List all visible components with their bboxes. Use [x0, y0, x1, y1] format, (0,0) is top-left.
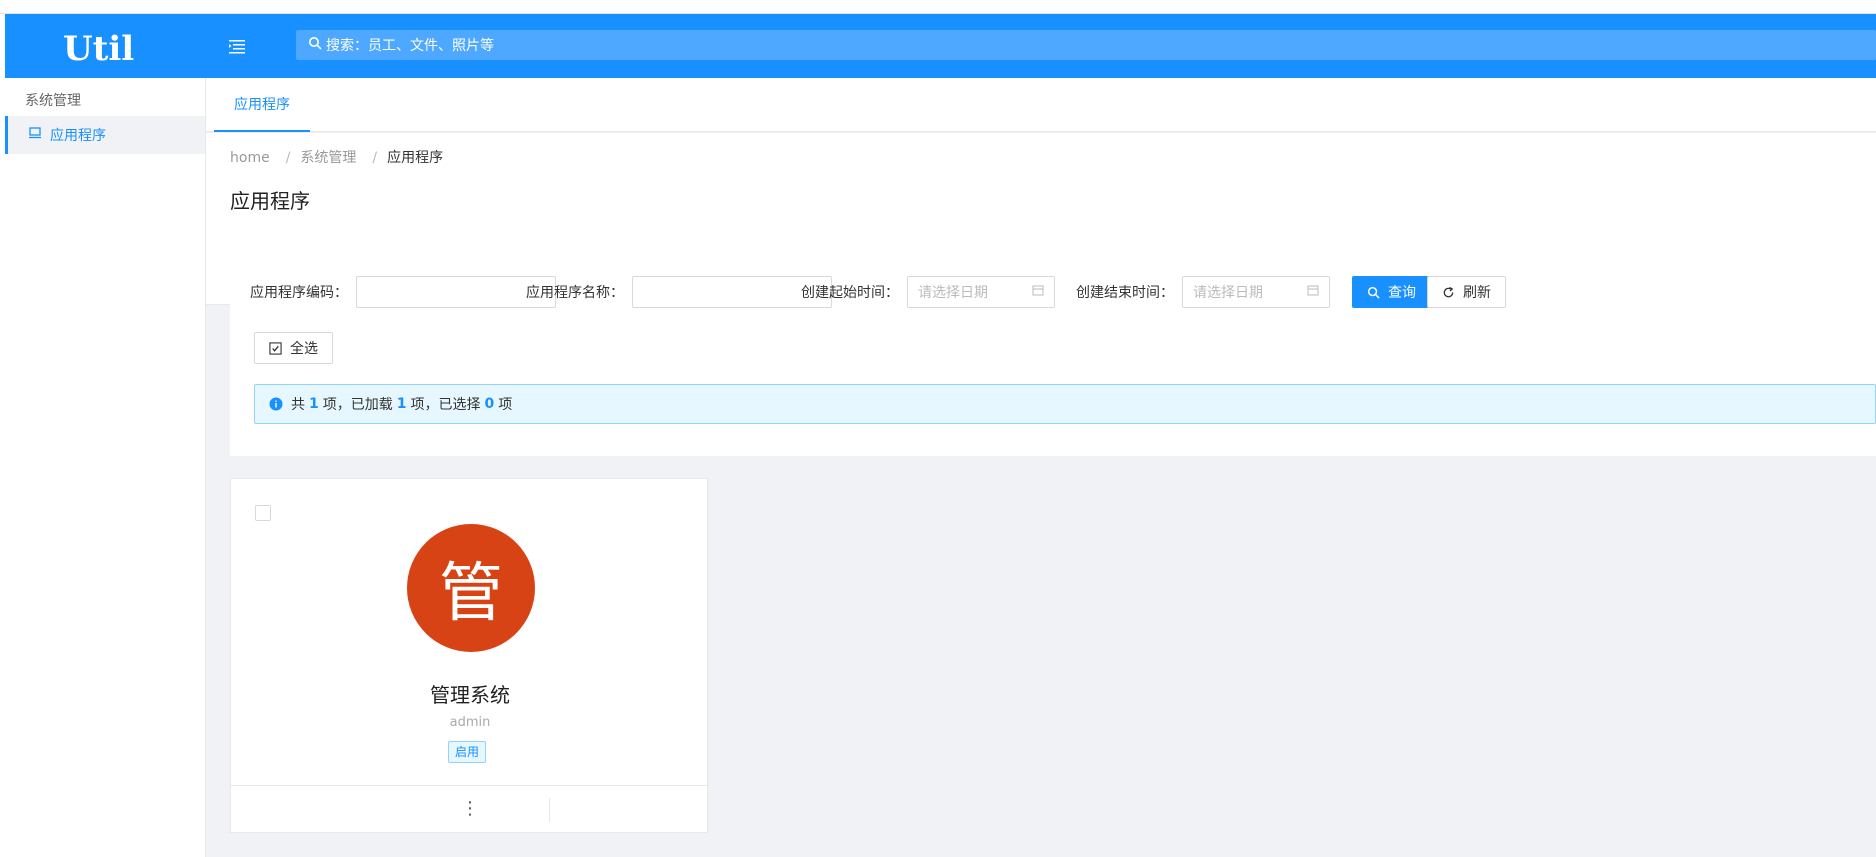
calendar-icon	[1032, 284, 1044, 300]
app-name: 管理系统	[430, 683, 510, 707]
laptop-icon	[28, 126, 42, 144]
end-date-placeholder: 请选择日期	[1193, 285, 1263, 301]
end-date-picker[interactable]: 请选择日期	[1182, 276, 1330, 308]
app-logo[interactable]: Util	[63, 22, 159, 70]
app-card[interactable]: 管 管理系统 admin 启用 ⋮	[230, 478, 709, 833]
summary-total: 1	[309, 396, 319, 412]
top-header: Util 搜索：员工、文件、照片等	[5, 14, 1876, 78]
select-all-label: 全选	[290, 341, 318, 357]
search-icon	[1367, 286, 1380, 299]
end-date-filter: 创建结束时间： 请选择日期	[1076, 276, 1330, 308]
checkbox-checked-icon	[269, 341, 282, 355]
sidebar: 系统管理 应用程序	[5, 78, 206, 857]
name-filter: 应用程序名称：	[526, 276, 832, 308]
main-content: 应用程序 home / 系统管理 / 应用程序 应用程序 应用程序编码： 应用程序名称：…	[206, 78, 1876, 857]
select-all-button[interactable]: 全选	[254, 332, 333, 364]
browser-chrome	[0, 0, 1876, 14]
card-footer: ⋮	[231, 785, 709, 833]
calendar-icon	[1307, 284, 1319, 300]
code-filter: 应用程序编码：	[250, 276, 556, 308]
status-badge: 启用	[448, 741, 487, 763]
breadcrumb-current: 应用程序	[387, 150, 444, 166]
breadcrumb-home[interactable]: home	[230, 150, 270, 166]
info-icon	[269, 397, 283, 411]
start-date-picker[interactable]: 请选择日期	[907, 276, 1055, 308]
search-label: 搜索：员工、文件、照片等	[326, 38, 494, 54]
refresh-button[interactable]: 刷新	[1427, 276, 1506, 308]
filter-panel: 应用程序编码： 应用程序名称： 创建起始时间： 请选择日期 创建结束时间： 请选…	[230, 252, 1876, 456]
page-title: 应用程序	[230, 189, 310, 213]
name-label: 应用程序名称：	[526, 285, 624, 301]
start-date-placeholder: 请选择日期	[918, 285, 988, 301]
code-label: 应用程序编码：	[250, 285, 348, 301]
sidebar-group-label: 系统管理	[25, 93, 81, 109]
logo-text: Util	[63, 29, 134, 69]
tab-bar: 应用程序	[206, 78, 1876, 132]
card-checkbox[interactable]	[255, 505, 271, 521]
app-code: admin	[449, 715, 491, 730]
summary-selected: 0	[484, 396, 495, 412]
query-label: 查询	[1388, 285, 1416, 301]
summary-loaded: 1	[396, 396, 407, 412]
app-avatar: 管	[407, 524, 535, 652]
summary-suffix: 项	[498, 397, 513, 413]
tab-applications[interactable]: 应用程序	[214, 90, 310, 132]
sidebar-item-label: 应用程序	[50, 128, 106, 144]
search-icon	[308, 36, 322, 54]
start-date-label: 创建起始时间：	[801, 285, 899, 301]
breadcrumb-system[interactable]: 系统管理	[300, 150, 356, 166]
footer-divider	[549, 798, 550, 822]
sidebar-item-applications[interactable]: 应用程序	[5, 116, 205, 154]
summary-mid1: 项，已加载	[322, 397, 393, 413]
refresh-label: 刷新	[1463, 285, 1491, 301]
refresh-icon	[1442, 286, 1455, 299]
end-date-label: 创建结束时间：	[1076, 285, 1174, 301]
selection-summary: 共 1 项，已加载 1 项，已选择 0 项	[254, 384, 1876, 424]
global-search[interactable]: 搜索：员工、文件、照片等	[296, 30, 1876, 60]
summary-prefix: 共	[291, 397, 305, 413]
breadcrumb: home / 系统管理 / 应用程序	[230, 150, 444, 166]
summary-mid2: 项，已选择	[410, 397, 481, 413]
query-button[interactable]: 查询	[1352, 276, 1431, 308]
start-date-filter: 创建起始时间： 请选择日期	[801, 276, 1055, 308]
more-options-icon[interactable]: ⋮	[461, 798, 479, 819]
menu-toggle-icon[interactable]	[225, 34, 249, 58]
